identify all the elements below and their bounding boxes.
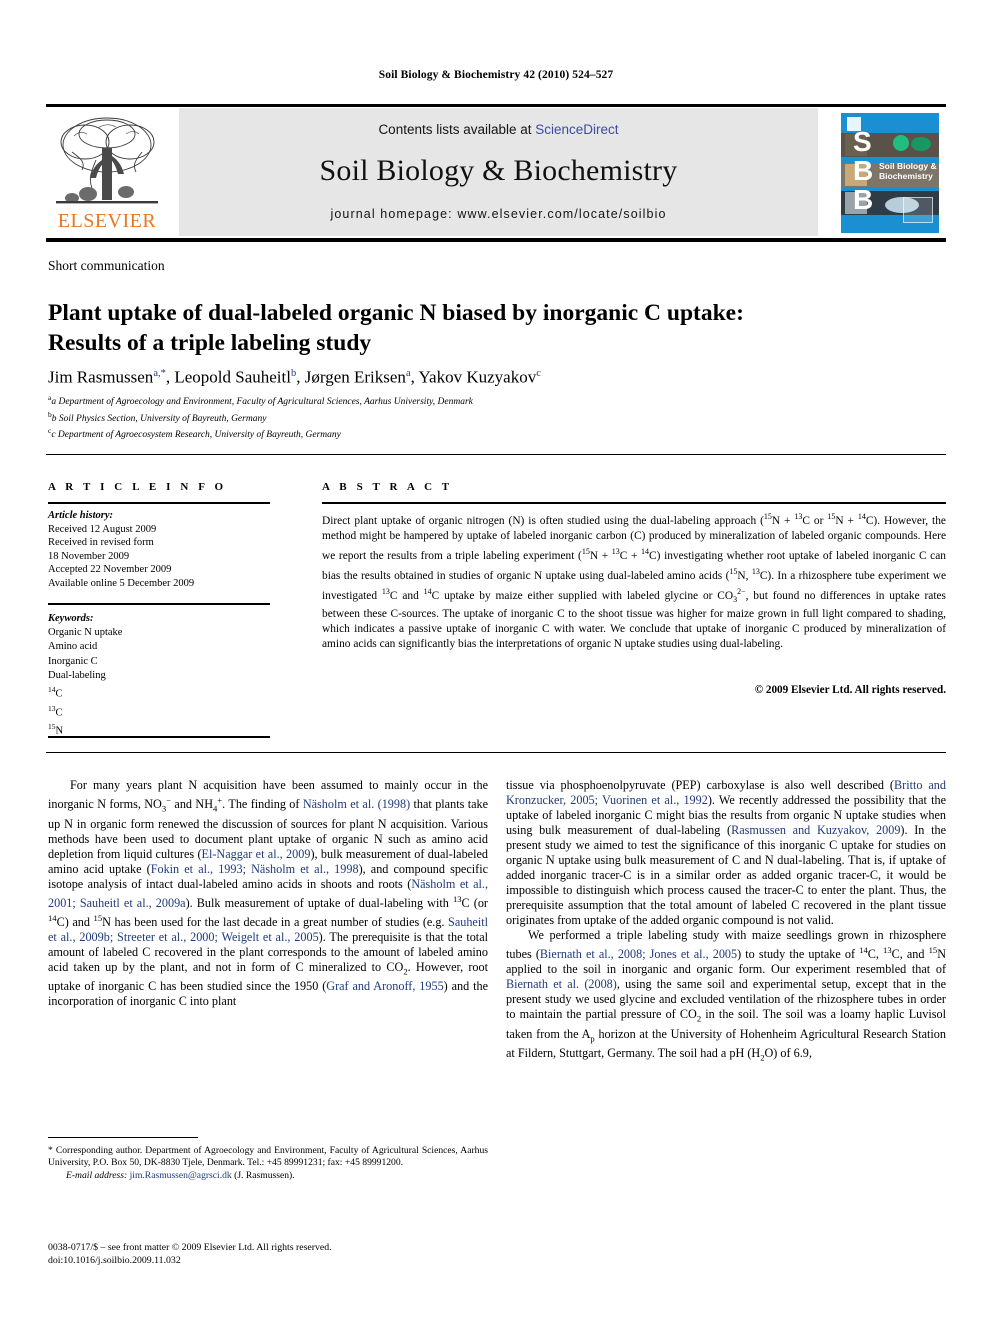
body-column-left: For many years plant N acquisition have …: [48, 778, 489, 1009]
sciencedirect-link[interactable]: ScienceDirect: [535, 122, 618, 137]
journal-cover-thumbnail[interactable]: SBB Soil Biology & Biochemistry: [832, 108, 948, 238]
history-item: Accepted 22 November 2009: [48, 564, 172, 576]
cover-sbb-letters: SBB: [853, 126, 874, 215]
keyword-item-isotope: 13C: [48, 703, 63, 719]
affiliation-list: aa Department of Agroecology and Environ…: [48, 392, 848, 442]
history-item: Available online 5 December 2009: [48, 577, 195, 589]
history-item: Received in revised form: [48, 537, 154, 549]
journal-title: Soil Biology & Biochemistry: [319, 154, 678, 187]
abstract-rule-top: [322, 502, 946, 504]
affiliation-c: cc Department of Agroecosystem Research,…: [48, 426, 341, 441]
affiliation-a: aa Department of Agroecology and Environ…: [48, 393, 473, 408]
article-title-line-1: Plant uptake of dual-labeled organic N b…: [48, 299, 744, 326]
keyword-item: Amino acid: [48, 641, 98, 653]
keyword-list: Keywords: Organic N uptake Amino acid In…: [48, 612, 276, 739]
article-history: Article history: Received 12 August 2009…: [48, 509, 276, 591]
article-type-label: Short communication: [48, 258, 165, 273]
email-link[interactable]: jim.Rasmussen@agrsci.dk: [130, 1170, 232, 1181]
abstract-text: Direct plant uptake of organic nitrogen …: [322, 512, 947, 651]
journal-homepage-link[interactable]: journal homepage: www.elsevier.com/locat…: [179, 207, 818, 221]
keyword-item: Dual-labeling: [48, 669, 106, 681]
running-head: Soil Biology & Biochemistry 42 (2010) 52…: [378, 69, 614, 81]
history-item: 18 November 2009: [48, 550, 130, 562]
abstract-heading: A B S T R A C T: [322, 481, 453, 493]
elsevier-wordmark: ELSEVIER: [57, 210, 157, 232]
journal-article-page: Soil Biology & Biochemistry 42 (2010) 52…: [0, 0, 992, 1323]
affiliation-b: bb Soil Physics Section, University of B…: [48, 409, 267, 424]
keyword-item: Organic N uptake: [48, 627, 123, 639]
article-info-heading: A R T I C L E I N F O: [48, 481, 227, 493]
issn-line: 0038-0717/$ – see front matter © 2009 El…: [48, 1242, 332, 1253]
info-section-top-rule: [46, 454, 946, 455]
journal-masthead: ELSEVIER Contents lists available at Sci…: [46, 108, 948, 238]
doi-line: doi:10.1016/j.soilbio.2009.11.032: [48, 1254, 181, 1266]
email-suffix: (J. Rasmussen).: [234, 1169, 295, 1181]
contents-prefix: Contents lists available at: [378, 122, 536, 137]
elsevier-logo: ELSEVIER: [46, 108, 168, 236]
masthead-bottom-rule: [46, 238, 946, 242]
copyright-line: © 2009 Elsevier Ltd. All rights reserved…: [754, 684, 946, 696]
contents-banner: Contents lists available at ScienceDirec…: [179, 108, 818, 236]
article-title-line-2: Results of a triple labeling study: [48, 329, 372, 356]
issn-and-doi-block: 0038-0717/$ – see front matter © 2009 El…: [48, 1242, 488, 1267]
body-section-top-rule: [46, 752, 946, 753]
corresponding-author-footnote: * Corresponding author. Department of Ag…: [48, 1145, 488, 1182]
masthead-top-rule: [46, 104, 946, 107]
keyword-item-isotope: 14C: [48, 685, 63, 700]
email-footnote: E-mail address: jim.Rasmussen@agrsci.dk …: [48, 1170, 488, 1182]
keywords-label: Keywords:: [48, 613, 94, 624]
article-history-label: Article history:: [48, 510, 114, 521]
info-rule-top: [48, 502, 270, 504]
elsevier-tree-icon: [56, 117, 158, 204]
page-title: Plant uptake of dual-labeled organic N b…: [48, 298, 828, 358]
cover-emblem-icon: [903, 197, 933, 223]
keyword-item-isotope: 15N: [48, 722, 64, 737]
cover-journal-title: Soil Biology & Biochemistry: [879, 161, 937, 181]
corresponding-author-text: * Corresponding author. Department of Ag…: [48, 1145, 488, 1169]
contents-available-line: Contents lists available at ScienceDirec…: [179, 122, 818, 137]
history-item: Received 12 August 2009: [48, 523, 157, 535]
footnote-separator-rule: [48, 1137, 198, 1138]
author-list: Jim Rasmussena,*, Leopold Sauheitlb, Jør…: [48, 367, 541, 387]
email-label: E-mail address:: [66, 1169, 128, 1181]
keyword-item: Inorganic C: [48, 655, 98, 667]
info-rule-mid: [48, 603, 270, 605]
body-column-right: tissue via phosphoenolpyruvate (PEP) car…: [506, 778, 947, 1063]
